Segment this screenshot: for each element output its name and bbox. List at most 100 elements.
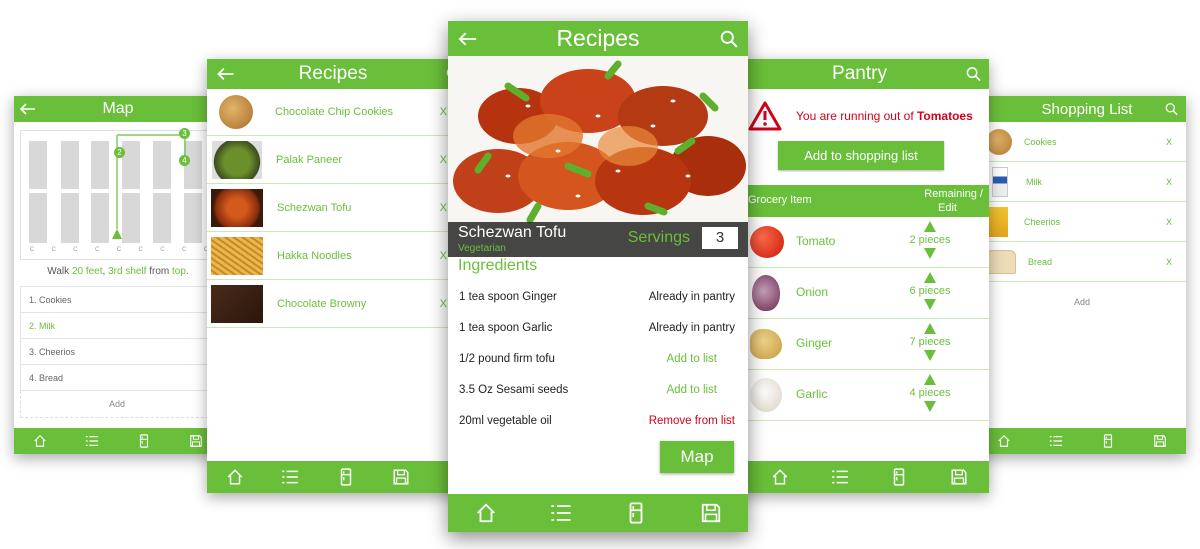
remove-button[interactable]: X <box>440 298 447 310</box>
servings-label: Servings <box>627 229 690 246</box>
list-item[interactable]: Palak Paneer X <box>207 136 469 184</box>
map-pin[interactable]: 3 <box>179 128 190 139</box>
remove-button[interactable]: X <box>1166 217 1172 227</box>
recipe-thumbnail <box>212 140 262 179</box>
onion-image <box>752 275 780 311</box>
save-icon[interactable] <box>189 434 203 448</box>
increase-arrow-icon[interactable] <box>924 221 936 232</box>
list-icon[interactable] <box>831 468 849 486</box>
dish-photo: Schezwan Tofu Vegetarian Servings 3 <box>448 56 748 257</box>
fridge-icon[interactable] <box>890 468 908 486</box>
list-item[interactable]: Hakka Noodles X <box>207 232 469 280</box>
map-button[interactable]: Map <box>660 441 734 473</box>
dish-name: Schezwan Tofu <box>458 224 567 241</box>
save-icon[interactable] <box>950 468 968 486</box>
add-to-list-link[interactable]: Add to list <box>667 353 718 384</box>
list-icon[interactable] <box>1049 434 1063 448</box>
home-icon[interactable] <box>475 502 497 524</box>
servings-field[interactable]: 3 <box>702 227 738 249</box>
increase-arrow-icon[interactable] <box>924 323 936 334</box>
list-item[interactable]: 1. CookiesX <box>20 286 214 312</box>
home-icon[interactable] <box>226 468 244 486</box>
fridge-icon[interactable] <box>337 468 355 486</box>
add-to-shopping-list-button[interactable]: Add to shopping list <box>778 141 944 170</box>
search-icon[interactable] <box>1165 103 1178 116</box>
milk-thumbnail <box>992 166 1008 197</box>
decrease-arrow-icon[interactable] <box>924 248 936 259</box>
decrease-arrow-icon[interactable] <box>924 350 936 361</box>
ingredients-title: Ingredients <box>458 257 538 274</box>
tomato-image <box>750 226 784 258</box>
search-icon[interactable] <box>966 67 981 82</box>
list-item[interactable]: Bread X <box>978 242 1186 282</box>
pantry-screen: Pantry You are running out of Tomatoes A… <box>730 59 989 493</box>
map-pin[interactable]: 2 <box>114 147 125 158</box>
shelf-label: C <box>116 247 122 253</box>
list-item[interactable]: Schezwan Tofu X <box>207 184 469 232</box>
list-item[interactable]: 3. CheeriosX <box>20 338 214 364</box>
list-item[interactable]: Chocolate Browny X <box>207 280 469 328</box>
remove-button[interactable]: X <box>440 250 447 262</box>
quantity-stepper[interactable]: 4 pieces <box>895 374 965 412</box>
map-pin[interactable]: 4 <box>179 155 190 166</box>
shelf-label: C <box>138 247 143 253</box>
list-item[interactable]: Cheerios X <box>978 202 1186 242</box>
list-icon[interactable] <box>550 502 572 524</box>
ingredient-row: 1/2 pound firm tofu Add to list <box>459 353 735 384</box>
cheerios-thumbnail <box>988 206 1008 237</box>
increase-arrow-icon[interactable] <box>924 272 936 283</box>
recipe-thumbnail <box>219 95 253 129</box>
shelf-label: C <box>95 247 100 253</box>
save-icon[interactable] <box>700 502 722 524</box>
bread-thumbnail <box>986 249 1016 274</box>
fridge-icon[interactable] <box>137 434 151 448</box>
list-item: Ginger 7 pieces <box>730 319 989 370</box>
home-icon[interactable] <box>771 468 789 486</box>
quantity-stepper[interactable]: 6 pieces <box>895 272 965 310</box>
list-item[interactable]: Chocolate Chip Cookies X <box>207 89 469 136</box>
dish-diet: Vegetarian <box>458 243 506 254</box>
remove-button[interactable]: X <box>1166 177 1172 187</box>
add-item-button[interactable]: Add <box>20 391 214 418</box>
low-stock-alert: You are running out of Tomatoes <box>748 99 989 133</box>
shelf-label: C <box>73 247 78 253</box>
bottom-nav <box>978 428 1186 454</box>
page-title: Recipes <box>556 25 640 51</box>
list-item[interactable]: Milk X <box>978 162 1186 202</box>
home-icon[interactable] <box>997 434 1011 448</box>
list-item[interactable]: 4. BreadX <box>20 364 214 391</box>
remove-button[interactable]: X <box>1166 137 1172 147</box>
decrease-arrow-icon[interactable] <box>924 401 936 412</box>
increase-arrow-icon[interactable] <box>924 374 936 385</box>
ingredient-row: 3.5 Oz Sesami seeds Add to list <box>459 384 735 415</box>
ingredient-row: 1 tea spoon Ginger Already in pantry <box>459 291 735 303</box>
remove-button[interactable]: X <box>440 202 447 214</box>
quantity-stepper[interactable]: 7 pieces <box>895 323 965 361</box>
remove-button[interactable]: X <box>1166 257 1172 267</box>
search-icon[interactable] <box>720 30 738 48</box>
map-header: Map <box>14 96 222 122</box>
garlic-image <box>750 378 782 412</box>
map-screen: Map 2 3 4 C C C C C C C C C Walk 20 feet… <box>14 96 222 454</box>
detail-header: Recipes <box>448 21 748 56</box>
add-item-button[interactable]: Add <box>978 282 1186 322</box>
save-icon[interactable] <box>392 468 410 486</box>
remove-button[interactable]: X <box>440 154 447 166</box>
save-icon[interactable] <box>1153 434 1167 448</box>
ginger-image <box>750 329 782 359</box>
decrease-arrow-icon[interactable] <box>924 299 936 310</box>
list-item[interactable]: 2. MilkX <box>20 312 214 338</box>
list-item[interactable]: Cookies X <box>978 122 1186 162</box>
fridge-icon[interactable] <box>625 502 647 524</box>
add-to-list-link[interactable]: Add to list <box>667 384 718 415</box>
warning-icon <box>748 101 782 131</box>
list-icon[interactable] <box>281 468 299 486</box>
remove-button[interactable]: X <box>440 106 447 118</box>
pantry-list: Tomato 2 pieces Onion 6 pieces Ginger 7 … <box>730 217 989 421</box>
recipe-thumbnail <box>211 284 263 323</box>
list-icon[interactable] <box>85 434 99 448</box>
quantity-stepper[interactable]: 2 pieces <box>895 221 965 259</box>
fridge-icon[interactable] <box>1101 434 1115 448</box>
ingredient-list: 1 tea spoon Ginger Already in pantry 1 t… <box>459 291 735 446</box>
home-icon[interactable] <box>33 434 47 448</box>
